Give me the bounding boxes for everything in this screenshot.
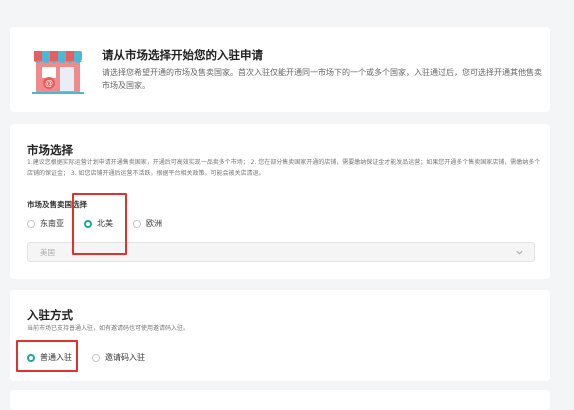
intro-description: 请选择您希望开通的市场及售卖国家。首次入驻仅能开通同一市场下的一个或多个国家，入… xyxy=(102,68,542,90)
join-section-title: 入驻方式 xyxy=(27,308,73,322)
join-option-invite-code[interactable]: 邀请码入驻 xyxy=(92,352,145,363)
highlight-box-standard-join xyxy=(16,340,78,372)
country-select-value: 美国 xyxy=(40,248,55,257)
join-section-note: 当前市场已支持普通入驻，如有邀请码也可使用邀请码入驻。 xyxy=(27,325,190,332)
storefront-icon: @ xyxy=(32,51,84,94)
market-option-southeast-asia[interactable]: 东南亚 xyxy=(27,218,64,229)
intro-title: 请从市场选择开始您的入驻申请 xyxy=(102,48,263,62)
radio-unchecked-icon xyxy=(27,219,35,228)
svg-text:@: @ xyxy=(45,79,53,88)
market-section-title: 市场选择 xyxy=(27,143,73,157)
market-option-label: 欧洲 xyxy=(146,219,162,228)
radio-unchecked-icon xyxy=(92,353,100,362)
join-option-label: 邀请码入驻 xyxy=(105,353,145,362)
radio-unchecked-icon xyxy=(133,219,141,228)
market-section-note: 1.建议您根据实际运营计划申请开通售卖国家，开通后可高效实现一品卖多个市场； 2… xyxy=(27,159,541,177)
market-option-label: 东南亚 xyxy=(40,219,64,228)
join-method-card: 入驻方式 当前市场已支持普通入驻，如有邀请码也可使用邀请码入驻。 普通入驻 邀请… xyxy=(10,290,550,381)
market-option-europe[interactable]: 欧洲 xyxy=(133,218,162,229)
chevron-down-icon xyxy=(516,250,523,255)
intro-card: @ 请从市场选择开始您的入驻申请 请选择您希望开通的市场及售卖国家。首次入驻仅能… xyxy=(10,27,550,112)
next-section-card xyxy=(10,390,550,410)
highlight-box-north-america xyxy=(72,193,127,255)
